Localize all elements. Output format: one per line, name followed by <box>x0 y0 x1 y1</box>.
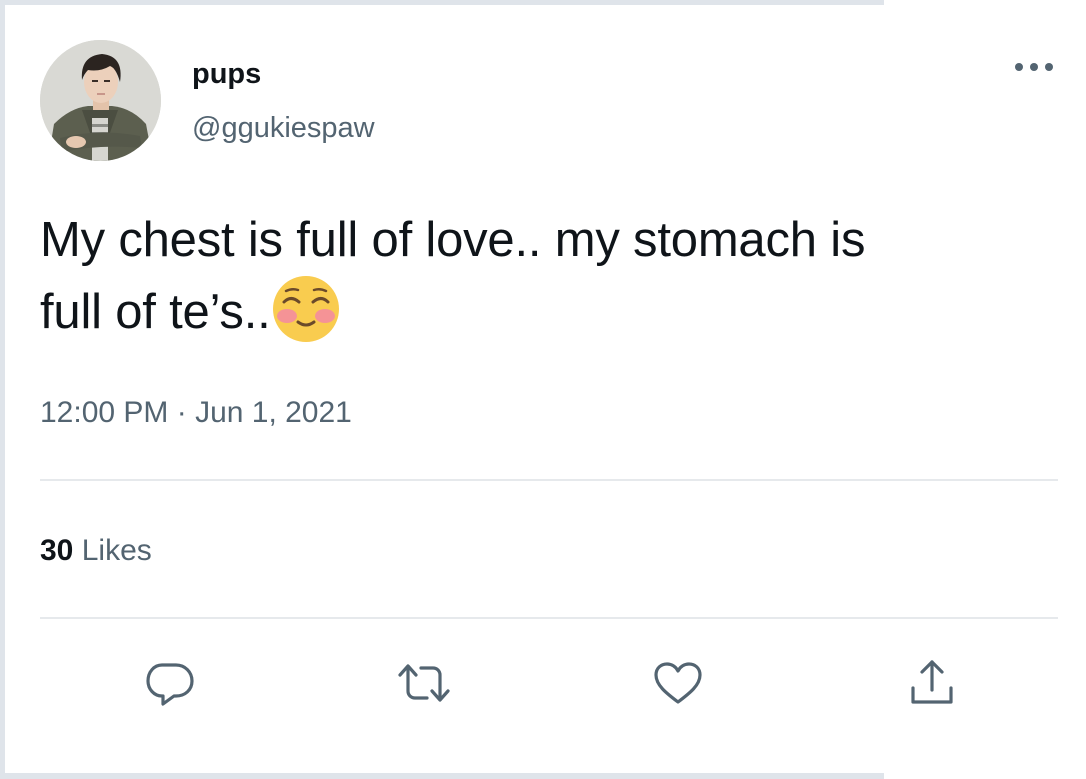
divider-bottom <box>40 617 1058 619</box>
tweet-text-line-1: My chest is full of love.. my stomach is <box>40 213 866 267</box>
display-name[interactable]: pups <box>192 58 261 90</box>
share-button[interactable] <box>902 656 962 710</box>
tweet-text-line-2: full of te’s.. <box>40 276 1050 348</box>
divider-top <box>40 479 1058 481</box>
tweet-timestamp[interactable]: 12:00 PM · Jun 1, 2021 <box>40 396 352 430</box>
share-icon <box>911 660 953 704</box>
tweet-text-line-2-text: full of te’s.. <box>40 285 271 339</box>
reply-icon <box>146 663 194 706</box>
likes-count: 30 <box>40 534 74 567</box>
like-button[interactable] <box>648 656 708 710</box>
likes-stat[interactable]: 30 Likes <box>40 534 152 568</box>
avatar[interactable] <box>40 40 161 161</box>
reply-button[interactable] <box>140 656 200 710</box>
tweet-text: My chest is full of love.. my stomach is… <box>40 204 1050 348</box>
retweet-icon <box>398 664 450 702</box>
likes-label: Likes <box>81 534 152 567</box>
more-options-button[interactable] <box>1010 58 1058 76</box>
user-handle[interactable]: @ggukiespaw <box>192 112 375 144</box>
heart-icon <box>654 662 702 704</box>
retweet-button[interactable] <box>394 656 454 710</box>
frame-edge-left <box>0 0 5 779</box>
more-options-icon <box>1015 63 1053 71</box>
frame-edge-top <box>0 0 884 5</box>
frame-edge-bottom <box>0 773 884 779</box>
smiling-face-with-smiling-eyes-icon <box>272 276 339 343</box>
